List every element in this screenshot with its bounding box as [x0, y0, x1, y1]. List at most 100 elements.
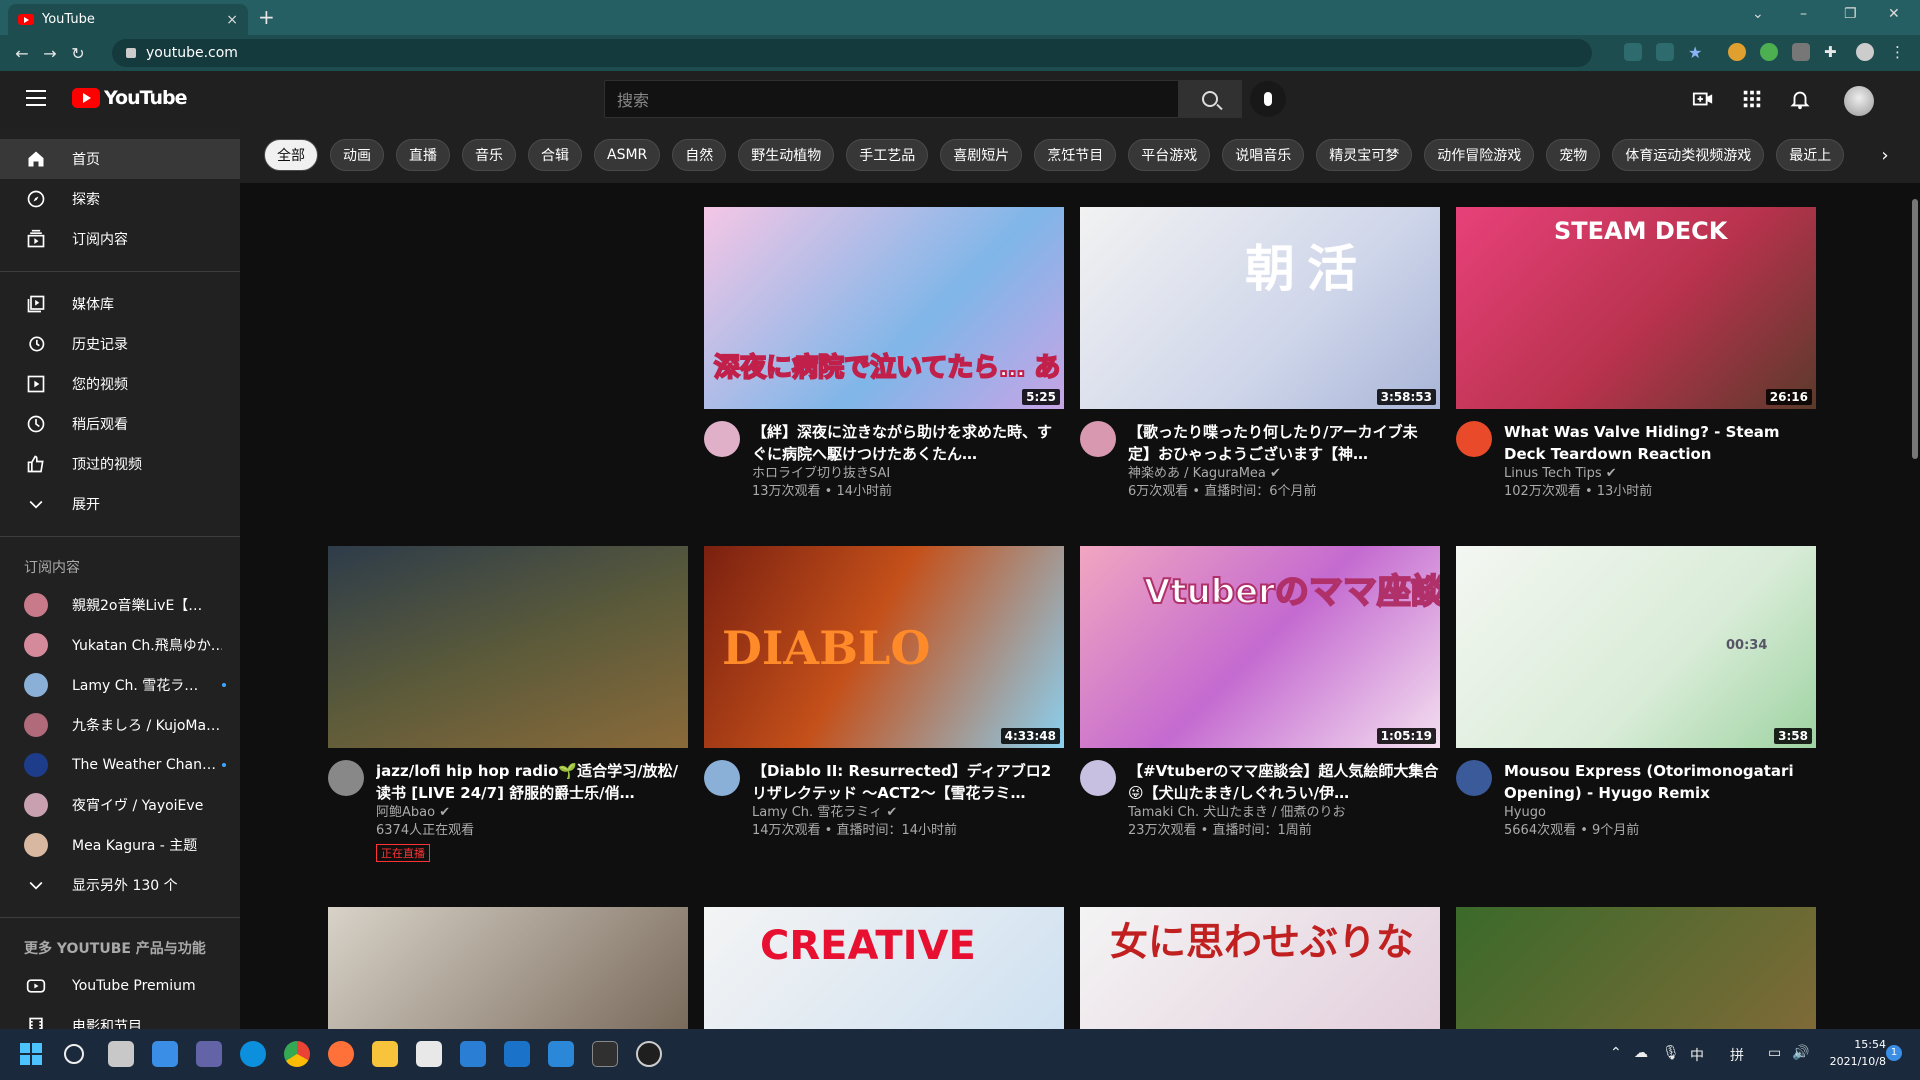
forward-button[interactable]: → — [36, 44, 64, 63]
mail-icon[interactable] — [504, 1041, 530, 1067]
todo-icon[interactable] — [548, 1041, 574, 1067]
translate-icon[interactable] — [1656, 43, 1674, 61]
tab-close-icon[interactable]: × — [226, 12, 238, 28]
sidebar-item-history[interactable]: 历史记录 — [0, 324, 240, 364]
video-thumbnail[interactable] — [328, 546, 688, 748]
search-input[interactable]: 搜索 — [604, 80, 1179, 118]
filter-chip[interactable]: ASMR — [594, 139, 661, 171]
sidebar-subscription-item[interactable]: 九条ましろ / KujoMa… — [0, 705, 240, 745]
browser-menu-icon[interactable]: ⋮ — [1890, 43, 1908, 61]
profile-avatar-icon[interactable] — [1856, 43, 1874, 61]
channel-avatar[interactable] — [704, 760, 740, 796]
video-thumbnail[interactable]: 00:34 3:58 — [1456, 546, 1816, 748]
edge-browser-icon[interactable] — [240, 1041, 266, 1067]
maximize-icon[interactable]: ❐ — [1844, 6, 1857, 22]
filter-chip[interactable]: 音乐 — [462, 139, 516, 171]
sidebar-item-home[interactable]: 首页 — [0, 139, 240, 179]
video-thumbnail[interactable]: 朝活 3:58:53 — [1080, 207, 1440, 409]
page-scrollbar[interactable] — [1912, 199, 1918, 459]
tab-search-icon[interactable]: ⌄ — [1752, 6, 1764, 22]
channel-name[interactable]: Linus Tech Tips ✔ — [1504, 465, 1816, 483]
voice-search-button[interactable] — [1250, 81, 1286, 117]
taskbar-clock[interactable]: 15:54 2021/10/8 — [1820, 1036, 1886, 1070]
microphone-tray-icon[interactable]: 🎙 — [1662, 1045, 1680, 1061]
new-tab-button[interactable]: + — [258, 5, 275, 29]
sidebar-item-subscriptions[interactable]: 订阅内容 — [0, 219, 240, 259]
video-title[interactable]: 【#Vtuberのママ座談会】超人気絵師大集合😜【犬山たまき/しぐれうい/伊… — [1128, 760, 1440, 804]
channel-name[interactable]: Lamy Ch. 雪花ラミィ ✔ — [752, 804, 1064, 822]
microsoft-store-icon[interactable] — [460, 1041, 486, 1067]
sidebar-subscription-item[interactable]: Lamy Ch. 雪花ラ… — [0, 665, 240, 705]
filter-chip[interactable]: 自然 — [672, 139, 727, 171]
filter-chip[interactable]: 合辑 — [528, 139, 582, 171]
sidebar-subscription-item[interactable]: Mea Kagura - 主题 — [0, 825, 240, 865]
terminal-icon[interactable] — [592, 1041, 618, 1067]
filter-chip[interactable]: 野生动植物 — [738, 139, 835, 171]
video-card[interactable]: Vtuberのママ座談会 1:05:19 【#Vtuberのママ座談会】超人気絵師大… — [1080, 546, 1440, 850]
video-card[interactable]: 00:34 3:58 Mousou Express (Otorimonogatari… — [1456, 546, 1816, 850]
channel-avatar[interactable] — [1456, 421, 1492, 457]
video-thumbnail[interactable]: DIABLO 4:33:48 — [704, 546, 1064, 748]
taskbar-search-icon[interactable] — [64, 1044, 84, 1064]
channel-name[interactable]: 神楽めあ / KaguraMea ✔ — [1128, 465, 1440, 483]
filter-chip[interactable]: 动画 — [330, 139, 384, 171]
volume-icon[interactable]: 🔊 — [1792, 1045, 1809, 1061]
notifications-bell-icon[interactable] — [1789, 88, 1811, 110]
channel-avatar[interactable] — [1080, 421, 1116, 457]
filter-chip[interactable]: 说唱音乐 — [1222, 139, 1305, 171]
sidebar-subscription-item[interactable]: 夜宵イヴ / YayoiEve — [0, 785, 240, 825]
channel-avatar[interactable] — [704, 421, 740, 457]
filter-chip[interactable]: 直播 — [396, 139, 450, 171]
search-button[interactable] — [1178, 80, 1242, 118]
minimize-icon[interactable]: – — [1800, 6, 1807, 22]
account-avatar[interactable] — [1844, 86, 1874, 116]
sidebar-subscription-item[interactable]: Yukatan Ch.飛鳥ゆか… — [0, 625, 240, 665]
video-card[interactable]: jazz/lofi hip hop radio🌱适合学习/放松/读书 [LIVE… — [328, 546, 688, 862]
channel-name[interactable]: ホロライブ切り抜きSAI — [752, 465, 1064, 483]
widgets-icon[interactable] — [152, 1041, 178, 1067]
show-hidden-icons-icon[interactable]: ⌃ — [1610, 1045, 1622, 1061]
app-icon[interactable] — [416, 1041, 442, 1067]
sidebar-item-your-videos[interactable]: 您的视频 — [0, 364, 240, 404]
filter-chip[interactable]: 最近上 — [1776, 139, 1845, 171]
obs-studio-icon[interactable] — [636, 1041, 662, 1067]
video-card[interactable] — [328, 907, 688, 1029]
video-card[interactable]: CREATIVE — [704, 907, 1064, 1029]
filter-chip[interactable]: 体育运动类视频游戏 — [1612, 139, 1765, 171]
install-app-icon[interactable] — [1624, 43, 1642, 61]
video-card[interactable]: STEAM DECK 26:16 What Was Valve Hiding? - … — [1456, 207, 1816, 511]
video-card[interactable] — [1456, 907, 1816, 1029]
filter-chip[interactable]: 喜剧短片 — [940, 139, 1023, 171]
sidebar-subscription-item[interactable]: 親親2o音樂LivE【… — [0, 585, 240, 625]
sidebar-item-explore[interactable]: 探索 — [0, 179, 240, 219]
sidebar-subscription-item[interactable]: The Weather Chan… — [0, 745, 240, 785]
video-title[interactable]: 【絆】深夜に泣きながら助けを求めた時、すぐに病院へ駆けつけたあくたん… — [752, 421, 1064, 465]
apps-grid-icon[interactable] — [1741, 88, 1763, 110]
filter-chip[interactable]: 平台游戏 — [1128, 139, 1211, 171]
reload-button[interactable]: ↻ — [64, 44, 92, 63]
video-thumbnail[interactable]: STEAM DECK 26:16 — [1456, 207, 1816, 409]
channel-name[interactable]: Hyugo — [1504, 804, 1816, 822]
sidebar-item-youtube-premium[interactable]: YouTube Premium — [0, 966, 240, 1006]
video-thumbnail[interactable]: 深夜に病院で泣いてたら… あくあちゃんが来てくれた 5:25 — [704, 207, 1064, 409]
youtube-logo[interactable]: YouTube — [72, 87, 187, 109]
back-button[interactable]: ← — [8, 44, 36, 63]
video-title[interactable]: jazz/lofi hip hop radio🌱适合学习/放松/读书 [LIVE… — [376, 760, 688, 804]
extension-1-icon[interactable] — [1728, 43, 1746, 61]
browser-tab-youtube[interactable]: YouTube × — [8, 4, 248, 35]
address-bar[interactable]: youtube.com — [112, 39, 1592, 67]
firefox-browser-icon[interactable] — [328, 1041, 354, 1067]
network-icon[interactable]: ▭ — [1768, 1045, 1781, 1061]
sidebar-item-library[interactable]: 媒体库 — [0, 284, 240, 324]
channel-name[interactable]: Tamaki Ch. 犬山たまき / 佃煮のりお — [1128, 804, 1440, 822]
video-thumbnail[interactable] — [1456, 907, 1816, 1029]
filter-chip[interactable]: 动作冒险游戏 — [1424, 139, 1535, 171]
video-thumbnail[interactable]: 女に思わせぶりな — [1080, 907, 1440, 1029]
extension-3-icon[interactable] — [1792, 43, 1810, 61]
extension-2-icon[interactable] — [1760, 43, 1778, 61]
teams-chat-icon[interactable] — [196, 1041, 222, 1067]
channel-avatar[interactable] — [328, 760, 364, 796]
file-explorer-icon[interactable] — [372, 1041, 398, 1067]
filter-chip[interactable]: 烹饪节目 — [1034, 139, 1117, 171]
video-title[interactable]: What Was Valve Hiding? - Steam Deck Tear… — [1504, 421, 1816, 465]
